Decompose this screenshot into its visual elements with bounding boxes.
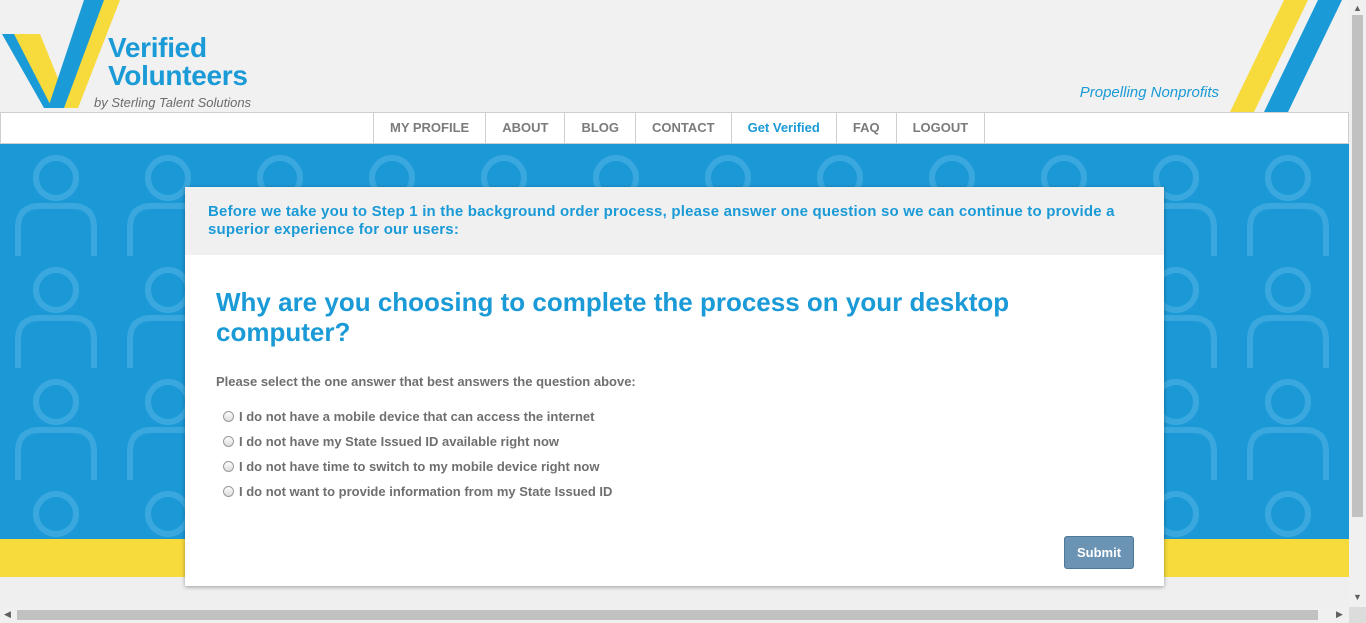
- nav-item-about[interactable]: ABOUT: [486, 113, 566, 143]
- nav-items: MY PROFILE ABOUT BLOG CONTACT Get Verified FA…: [373, 113, 986, 143]
- brand-title[interactable]: Verified Volunteers: [108, 34, 248, 90]
- answer-options: I do not have a mobile device that can a…: [216, 404, 1133, 504]
- vertical-scrollbar[interactable]: ▲ ▼: [1349, 0, 1366, 607]
- site-header: Verified Volunteers by Sterling Talent S…: [0, 0, 1349, 112]
- nav-item-get-verified[interactable]: Get Verified: [732, 113, 837, 143]
- nav-item-my-profile[interactable]: MY PROFILE: [374, 113, 487, 143]
- question-card: Before we take you to Step 1 in the back…: [185, 187, 1164, 586]
- scroll-up-arrow-icon[interactable]: ▲: [1353, 3, 1362, 13]
- scroll-right-arrow-icon[interactable]: ▶: [1336, 609, 1343, 620]
- horizontal-scroll-thumb[interactable]: [17, 610, 1318, 620]
- verified-volunteers-logo-icon[interactable]: [0, 0, 120, 110]
- brand-title-line1: Verified: [108, 32, 207, 63]
- instruction-text: Please select the one answer that best a…: [216, 374, 636, 389]
- scroll-left-arrow-icon[interactable]: ◀: [4, 609, 11, 620]
- answer-option-label: I do not want to provide information fro…: [239, 484, 613, 499]
- answer-option-label: I do not have time to switch to my mobil…: [239, 459, 600, 474]
- card-header: Before we take you to Step 1 in the back…: [185, 187, 1164, 255]
- nav-item-blog[interactable]: BLOG: [565, 113, 636, 143]
- vertical-scroll-thumb[interactable]: [1352, 15, 1363, 517]
- radio-button[interactable]: [223, 436, 234, 447]
- nav-item-faq[interactable]: FAQ: [837, 113, 897, 143]
- horizontal-scrollbar[interactable]: ◀ ▶: [0, 607, 1349, 623]
- radio-button[interactable]: [223, 486, 234, 497]
- brand-subtitle: by Sterling Talent Solutions: [94, 95, 252, 110]
- scrollbar-corner: [1349, 607, 1366, 623]
- scroll-down-arrow-icon[interactable]: ▼: [1353, 592, 1362, 602]
- answer-option[interactable]: I do not have my State Issued ID availab…: [223, 429, 1133, 454]
- radio-button[interactable]: [223, 461, 234, 472]
- question-title: Why are you choosing to complete the pro…: [216, 287, 1010, 347]
- nav-item-logout[interactable]: LOGOUT: [897, 113, 986, 143]
- main-nav: MY PROFILE ABOUT BLOG CONTACT Get Verified FA…: [0, 112, 1349, 144]
- answer-option[interactable]: I do not want to provide information fro…: [223, 479, 1133, 504]
- answer-option[interactable]: I do not have a mobile device that can a…: [223, 404, 1133, 429]
- nav-item-contact[interactable]: CONTACT: [636, 113, 732, 143]
- radio-button[interactable]: [223, 411, 234, 422]
- answer-option-label: I do not have a mobile device that can a…: [239, 409, 595, 424]
- tagline: Propelling Nonprofits: [1079, 84, 1219, 101]
- card-intro-text: Before we take you to Step 1 in the back…: [208, 203, 1115, 238]
- submit-button[interactable]: Submit: [1064, 536, 1134, 569]
- answer-option[interactable]: I do not have time to switch to my mobil…: [223, 454, 1133, 479]
- answer-option-label: I do not have my State Issued ID availab…: [239, 434, 560, 449]
- decorative-stripes-icon: [1230, 0, 1342, 112]
- card-body: Why are you choosing to complete the pro…: [185, 255, 1164, 504]
- brand-title-line2: Volunteers: [108, 60, 248, 91]
